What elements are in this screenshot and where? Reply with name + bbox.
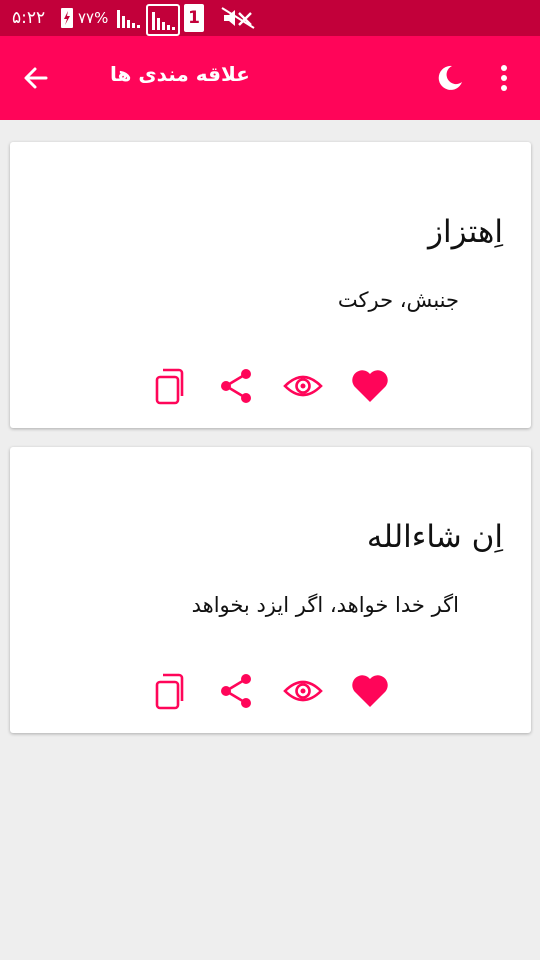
favorite-card[interactable]: اِن شاءالله اگر خدا خواهد، اگر ایزد بخوا… [10, 447, 531, 733]
signal-icon [146, 4, 180, 36]
more-vert-icon [501, 65, 507, 91]
card-meaning: جنبش، حرکت [337, 288, 459, 312]
favorite-button[interactable] [348, 669, 392, 713]
overflow-menu-button[interactable] [484, 56, 524, 100]
back-button[interactable] [14, 56, 58, 100]
card-word: اِن شاءالله [366, 519, 503, 555]
share-button[interactable] [214, 669, 258, 713]
share-icon [221, 674, 251, 708]
view-button[interactable] [281, 669, 325, 713]
copy-icon [155, 368, 184, 405]
favorite-button[interactable] [348, 364, 392, 408]
share-button[interactable] [214, 364, 258, 408]
battery-percent: ۷۷% [78, 9, 109, 27]
moon-icon [438, 65, 462, 90]
favorite-icon [352, 370, 388, 402]
signal-icon [116, 4, 142, 32]
card-meaning: اگر خدا خواهد، اگر ایزد بخواهد [191, 593, 459, 617]
battery-charging-icon [58, 4, 76, 32]
copy-button[interactable] [147, 669, 191, 713]
favorite-icon [352, 675, 388, 707]
page-title: علاقه مندی ها [110, 62, 250, 86]
status-bar: ۵:۲۲ ۷۷% 1 [0, 0, 540, 36]
mute-icon [220, 4, 256, 32]
arrow-back-icon [24, 67, 48, 89]
view-button[interactable] [281, 364, 325, 408]
app-bar: علاقه مندی ها [0, 36, 540, 120]
copy-icon [155, 673, 184, 710]
status-time: ۵:۲۲ [12, 8, 46, 28]
view-icon [283, 680, 323, 702]
sim-icon: 1 [184, 4, 204, 32]
copy-button[interactable] [147, 364, 191, 408]
favorite-card[interactable]: اِهتزاز جنبش، حرکت [10, 142, 531, 428]
view-icon [283, 375, 323, 397]
share-icon [221, 369, 251, 403]
card-word: اِهتزاز [427, 214, 503, 250]
night-mode-button[interactable] [428, 56, 472, 100]
